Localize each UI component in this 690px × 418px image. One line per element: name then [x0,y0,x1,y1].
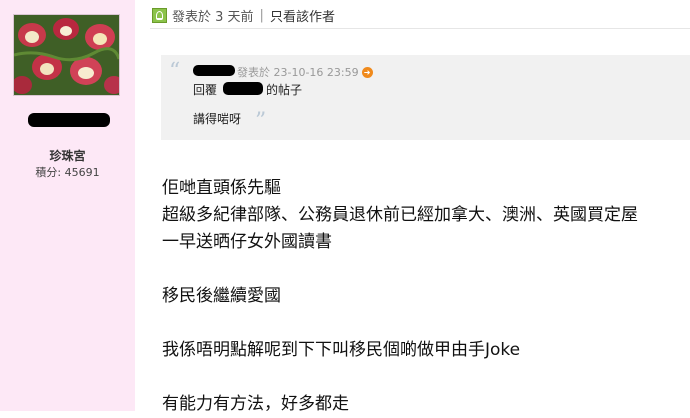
quote-reply-suffix: 的帖子 [266,83,303,97]
quote-close-mark: ” [255,109,267,134]
quote-block: “ 發表於 23-10-16 23:59 ➜ 回覆 的帖子 講得啱呀 ” [161,55,690,140]
body-line: 移民後繼續愛國 [162,286,281,306]
body-line-blank [162,256,682,283]
author-rank: 珍珠宮 [49,149,86,163]
author-score: 積分: 45691 [35,166,100,179]
quote-meta: 發表於 23-10-16 23:59 ➜ [237,64,376,80]
header-divider [150,28,690,29]
quote-reply-prefix: 回覆 [193,83,218,97]
redacted-username [28,113,110,127]
user-online-icon [152,7,167,23]
quote-open-mark: “ [169,59,181,84]
posted-time: 發表於 3 天前 [172,9,254,25]
body-line: 佢哋直頭係先驅 [162,178,281,198]
post-meta: 發表於 3 天前 | 只看該作者 [152,6,335,25]
author-sidebar: 珍珠宮 積分: 45691 [0,0,135,411]
redacted-reply-user [223,82,263,95]
body-line: 有能力有方法，好多都走 [162,394,349,414]
redacted-quoted-user [193,65,235,76]
body-line: 我係唔明點解呢到下下叫移民個啲做甲由手Joke [162,340,521,360]
meta-separator: | [259,7,264,23]
tulip-avatar-image [14,15,119,95]
body-line-blank [162,364,682,391]
body-line: 超級多紀律部隊、公務員退休前已經加拿大、澳洲、英國買定屋 [162,205,638,225]
quote-text: 講得啱呀 [193,112,242,126]
quote-time: 發表於 23-10-16 23:59 [237,66,359,79]
avatar[interactable] [13,14,120,96]
only-author-link[interactable]: 只看該作者 [270,6,335,25]
body-line-blank [162,310,682,337]
body-line: 一早送晒仔女外國讀書 [162,232,332,252]
jump-to-post-icon[interactable]: ➜ [361,66,373,78]
post-body: 佢哋直頭係先驅 超級多紀律部隊、公務員退休前已經加拿大、澳洲、英國買定屋 一早送… [162,175,682,418]
